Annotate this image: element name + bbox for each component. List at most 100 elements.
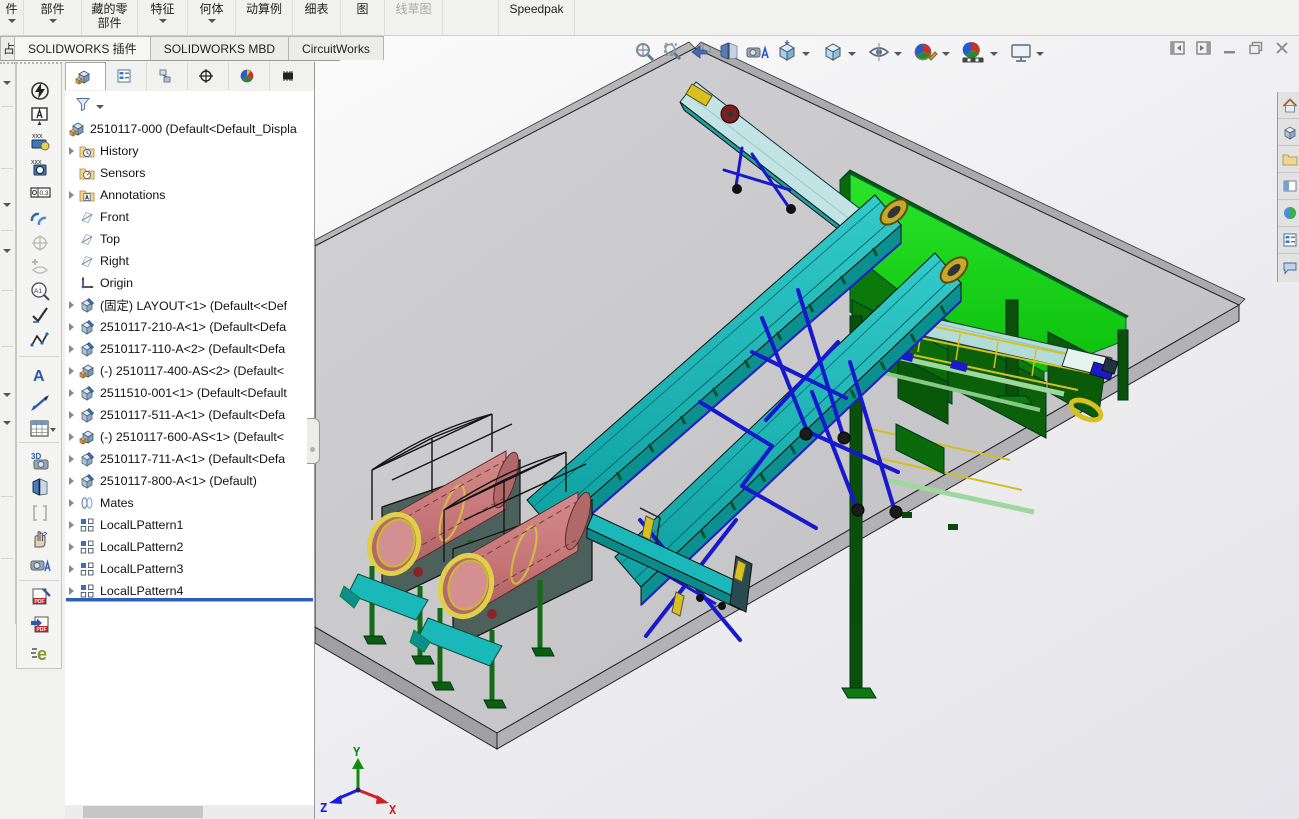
apply-scene-icon[interactable] <box>960 40 988 64</box>
tree-item-subassembly[interactable]: (-) 2510117-400-AS<2> (Default< <box>65 360 314 382</box>
panel-collapse-handle[interactable] <box>307 418 320 464</box>
display-style-icon[interactable] <box>820 40 846 64</box>
ribbon-bom-button[interactable]: 细表 <box>293 0 341 35</box>
tab-solidworks-addins[interactable]: SOLIDWORKS 插件 <box>14 36 151 60</box>
tree-item-mates[interactable]: Mates <box>65 492 314 514</box>
chevron-down-icon[interactable] <box>802 52 810 56</box>
tree-item-component[interactable]: 2510117-511-A<1> (Default<Defa <box>65 404 314 426</box>
collapse-left-pane-icon[interactable] <box>1170 40 1186 56</box>
tree-item-component[interactable]: 2510117-711-A<1> (Default<Defa <box>65 448 314 470</box>
task-pane-design-library-button[interactable] <box>1278 146 1299 173</box>
capture-3d-view-icon[interactable]: 3D <box>30 451 50 471</box>
tab-partial[interactable]: 占 <box>0 36 15 60</box>
tab-solidworks-mbd[interactable]: SOLIDWORKS MBD <box>150 36 289 60</box>
chevron-down-icon[interactable] <box>3 81 11 85</box>
tab-dimxpertmanager[interactable] <box>188 62 229 90</box>
previous-view-icon[interactable] <box>688 40 714 64</box>
chevron-down-icon[interactable] <box>3 249 11 253</box>
tab-displaymanager[interactable] <box>229 62 270 90</box>
tree-filter[interactable] <box>65 91 314 117</box>
expand-arrow-icon[interactable] <box>69 433 74 441</box>
ribbon-geometry-button[interactable]: 何体 <box>188 0 236 35</box>
tree-item-layout[interactable]: (固定) LAYOUT<1> (Default<<Def <box>65 294 314 316</box>
tree-item-pattern[interactable]: LocalLPattern2 <box>65 536 314 558</box>
expand-arrow-icon[interactable] <box>69 323 74 331</box>
chevron-down-icon[interactable] <box>894 52 902 56</box>
restore-icon[interactable] <box>1248 40 1264 56</box>
ribbon-features-button[interactable]: 特征 <box>138 0 188 35</box>
ribbon-components-button[interactable]: 部件 <box>24 0 82 35</box>
zoom-to-area-icon[interactable] <box>660 40 686 64</box>
rollback-bar[interactable] <box>66 598 313 602</box>
ribbon-hidden-components-button[interactable]: 藏的零部件 <box>82 0 138 35</box>
tree-item-history[interactable]: History <box>65 140 314 162</box>
task-pane-forum-button[interactable] <box>1278 254 1299 281</box>
ribbon-motion-study-button[interactable]: 动算例 <box>236 0 293 35</box>
measure-icon[interactable] <box>30 393 50 413</box>
collapse-right-pane-icon[interactable] <box>1196 40 1212 56</box>
close-icon[interactable] <box>1274 40 1290 56</box>
expand-arrow-icon[interactable] <box>69 147 74 155</box>
hide-show-items-icon[interactable] <box>866 40 892 64</box>
tree-root[interactable]: 2510117-000 (Default<Default_Displa <box>65 118 314 140</box>
tab-featuremanager[interactable] <box>65 62 106 90</box>
ribbon-insert-components-button[interactable]: 件 <box>0 0 24 35</box>
expand-arrow-icon[interactable] <box>69 455 74 463</box>
ribbon-drawing-button[interactable]: 图 <box>341 0 385 35</box>
tree-item-pattern[interactable]: LocalLPattern3 <box>65 558 314 580</box>
panel-horizontal-scrollbar[interactable] <box>65 805 314 819</box>
tab-configurationmanager[interactable] <box>147 62 188 90</box>
chevron-down-icon[interactable] <box>990 52 998 56</box>
tree-item-annotations[interactable]: Annotations <box>65 184 314 206</box>
view-orientation-icon[interactable] <box>774 40 800 64</box>
tree-item-right-plane[interactable]: Right <box>65 250 314 272</box>
expand-arrow-icon[interactable] <box>69 345 74 353</box>
graphics-viewport[interactable]: Y X Z <box>315 36 1299 819</box>
drag-help-icon[interactable]: ? <box>30 529 50 549</box>
tree-item-component[interactable]: 2510117-110-A<2> (Default<Defa <box>65 338 314 360</box>
viewport-3d-scene[interactable]: Y X Z <box>315 36 1299 819</box>
chevron-down-icon[interactable] <box>942 52 950 56</box>
expand-arrow-icon[interactable] <box>69 301 74 309</box>
task-pane-resources-button[interactable] <box>1278 92 1299 119</box>
chevron-down-icon[interactable] <box>3 421 11 425</box>
task-pane-models-button[interactable] <box>1278 119 1299 146</box>
tab-propertymanager[interactable] <box>106 62 147 90</box>
expand-arrow-icon[interactable] <box>69 499 74 507</box>
dynamic-annotation-camera-icon[interactable] <box>30 555 50 575</box>
chevron-down-icon[interactable] <box>3 393 11 397</box>
tree-item-sensors[interactable]: Sensors <box>65 162 314 184</box>
edrawings-icon[interactable]: e <box>30 643 50 663</box>
expand-arrow-icon[interactable] <box>69 191 74 199</box>
tree-item-component[interactable]: 2510117-800-A<1> (Default) <box>65 470 314 492</box>
model-flash-icon[interactable] <box>30 81 50 101</box>
expand-arrow-icon[interactable] <box>69 477 74 485</box>
task-pane-view-palette-button[interactable] <box>1278 173 1299 200</box>
scrollbar-thumb[interactable] <box>83 806 203 818</box>
section-view-book-icon[interactable] <box>30 477 50 497</box>
chevron-down-icon[interactable] <box>1036 52 1044 56</box>
expand-arrow-icon[interactable] <box>69 367 74 375</box>
tree-item-component[interactable]: 2511510-001<1> (Default<Default <box>65 382 314 404</box>
tree-item-component[interactable]: 2510117-210-A<1> (Default<Defa <box>65 316 314 338</box>
note-icon[interactable] <box>30 106 50 126</box>
tree-item-subassembly[interactable]: (-) 2510117-600-AS<1> (Default< <box>65 426 314 448</box>
tables-icon[interactable] <box>30 419 50 439</box>
weld-symbol-icon[interactable] <box>30 208 50 228</box>
chevron-down-icon[interactable] <box>3 203 11 207</box>
expand-arrow-icon[interactable] <box>69 587 74 595</box>
task-pane-appearances-button[interactable] <box>1278 200 1299 227</box>
sketch-segment-icon[interactable] <box>30 330 50 350</box>
tree-item-top-plane[interactable]: Top <box>65 228 314 250</box>
geometric-tolerance-icon[interactable]: 0.3 <box>30 182 50 202</box>
tree-item-origin[interactable]: Origin <box>65 272 314 294</box>
export-3d-pdf-icon[interactable]: PDF <box>30 615 50 635</box>
view-callout-icon[interactable]: A1 <box>30 281 50 301</box>
smart-dimension-icon[interactable]: xxx <box>30 131 50 151</box>
tree-item-front-plane[interactable]: Front <box>65 206 314 228</box>
tab-circuitworks[interactable] <box>270 62 311 90</box>
ribbon-speedpak-button[interactable]: Speedpak <box>499 0 575 35</box>
edit-3d-pdf-icon[interactable]: PDF <box>30 587 50 607</box>
expand-arrow-icon[interactable] <box>69 389 74 397</box>
zoom-to-fit-icon[interactable] <box>632 40 658 64</box>
